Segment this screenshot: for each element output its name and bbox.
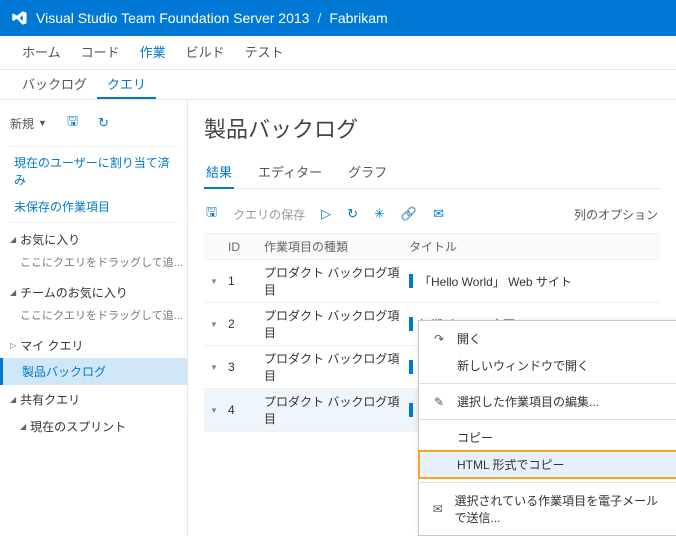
status-bar-icon [409, 317, 413, 331]
new-button[interactable]: 新規 ▼ [10, 115, 47, 132]
cell-type: プロダクト バックログ項目 [264, 307, 409, 341]
collapse-icon: ◢ [20, 422, 26, 431]
main-area: 製品バックログ 結果 エディター グラフ 🖫 クエリの保存 ▷ ↻ ✳ 🔗 ✉ … [188, 100, 676, 535]
collapse-icon: ◢ [10, 395, 16, 404]
save-icon[interactable]: 🖫 [67, 112, 78, 134]
subnav-backlog[interactable]: バックログ [12, 68, 97, 99]
expand-icon[interactable]: ▼ [204, 406, 224, 415]
save-query-icon[interactable]: 🖫 [206, 203, 217, 225]
email-icon[interactable]: ✉ [433, 206, 444, 222]
project-name[interactable]: Fabrikam [329, 10, 387, 26]
column-options[interactable]: 列のオプション [574, 206, 658, 223]
tab-graph[interactable]: グラフ [346, 156, 389, 188]
vs-logo-icon [10, 9, 28, 27]
ctx-edit-selected[interactable]: ✎選択した作業項目の編集... [419, 388, 676, 415]
sidebar-item-product-backlog[interactable]: 製品バックログ [0, 358, 187, 385]
menu-separator [419, 419, 676, 420]
col-id[interactable]: ID [224, 240, 264, 254]
menu-separator [419, 482, 676, 483]
product-name: Visual Studio Team Foundation Server 201… [36, 10, 309, 26]
ctx-open[interactable]: ↷開く [419, 325, 676, 352]
favorites-hint: ここにクエリをドラッグして追... [0, 252, 187, 278]
page-title: 製品バックログ [204, 112, 660, 144]
context-menu: ↷開く 新しいウィンドウで開く ✎選択した作業項目の編集... コピー HTML… [418, 320, 676, 536]
main-nav: ホーム コード 作業 ビルド テスト [0, 36, 676, 70]
expand-icon: ▷ [10, 341, 16, 350]
status-bar-icon [409, 274, 413, 288]
app-header: Visual Studio Team Foundation Server 201… [0, 0, 676, 36]
ctx-open-new-window[interactable]: 新しいウィンドウで開く [419, 352, 676, 379]
tab-results[interactable]: 結果 [204, 156, 234, 189]
run-icon[interactable]: ▷ [321, 206, 331, 222]
nav-work[interactable]: 作業 [130, 34, 176, 69]
cell-type: プロダクト バックログ項目 [264, 393, 409, 427]
link-assigned-to-me[interactable]: 現在のユーザーに割り当て済み [0, 149, 187, 193]
expand-icon[interactable]: ▼ [204, 277, 224, 286]
cell-type: プロダクト バックログ項目 [264, 264, 409, 298]
grid-header: ID 作業項目の種類 タイトル [204, 234, 660, 260]
refresh-icon[interactable]: ↻ [347, 206, 358, 222]
sub-nav: バックログ クエリ [0, 70, 676, 100]
nav-test[interactable]: テスト [235, 34, 294, 69]
toolbar: 🖫 クエリの保存 ▷ ↻ ✳ 🔗 ✉ 列のオプション [204, 195, 660, 234]
col-type[interactable]: 作業項目の種類 [264, 238, 409, 255]
collapse-icon: ◢ [10, 288, 16, 297]
cell-id: 2 [224, 317, 264, 331]
cell-type: プロダクト バックログ項目 [264, 350, 409, 384]
my-queries-header[interactable]: ▷マイ クエリ [0, 331, 187, 358]
tab-editor[interactable]: エディター [256, 156, 324, 188]
save-query-label[interactable]: クエリの保存 [233, 206, 305, 223]
refresh-icon[interactable]: ↻ [98, 115, 109, 131]
team-favorites-hint: ここにクエリをドラッグして追... [0, 305, 187, 331]
expand-icon[interactable]: ▼ [204, 320, 224, 329]
link-icon[interactable]: 🔗 [401, 206, 417, 222]
cell-id: 4 [224, 403, 264, 417]
ctx-copy[interactable]: コピー [419, 424, 676, 451]
link-unsaved-items[interactable]: 未保存の作業項目 [0, 193, 187, 220]
menu-separator [419, 383, 676, 384]
collapse-icon: ◢ [10, 235, 16, 244]
new-label: 新規 [10, 115, 34, 132]
ctx-email-selected[interactable]: ✉選択されている作業項目を電子メールで送信... [419, 487, 676, 531]
current-sprint-header[interactable]: ◢現在のスプリント [10, 412, 187, 439]
dropdown-icon: ▼ [38, 118, 47, 128]
cell-title: 「Hello World」 Web サイト [409, 273, 660, 290]
sidebar: 新規 ▼ 🖫 ↻ 現在のユーザーに割り当て済み 未保存の作業項目 ◢お気に入り … [0, 100, 188, 535]
breadcrumb-separator: / [317, 10, 321, 26]
view-tabs: 結果 エディター グラフ [204, 156, 660, 189]
status-bar-icon [409, 360, 413, 374]
team-favorites-header[interactable]: ◢チームのお気に入り [0, 278, 187, 305]
shared-queries-header[interactable]: ◢共有クエリ [0, 385, 187, 412]
nav-build[interactable]: ビルド [176, 34, 235, 69]
table-row[interactable]: ▼1プロダクト バックログ項目「Hello World」 Web サイト [204, 260, 660, 303]
status-bar-icon [409, 403, 413, 417]
new-item-icon[interactable]: ✳ [374, 206, 385, 222]
favorites-header[interactable]: ◢お気に入り [0, 225, 187, 252]
open-icon: ↷ [431, 332, 447, 346]
email-icon: ✉ [431, 502, 444, 516]
subnav-queries[interactable]: クエリ [97, 68, 156, 99]
ctx-copy-html[interactable]: HTML 形式でコピー [419, 451, 676, 478]
cell-id: 3 [224, 360, 264, 374]
col-title[interactable]: タイトル [409, 238, 660, 255]
edit-icon: ✎ [431, 395, 447, 409]
expand-icon[interactable]: ▼ [204, 363, 224, 372]
nav-code[interactable]: コード [71, 34, 130, 69]
nav-home[interactable]: ホーム [12, 34, 71, 69]
cell-id: 1 [224, 274, 264, 288]
